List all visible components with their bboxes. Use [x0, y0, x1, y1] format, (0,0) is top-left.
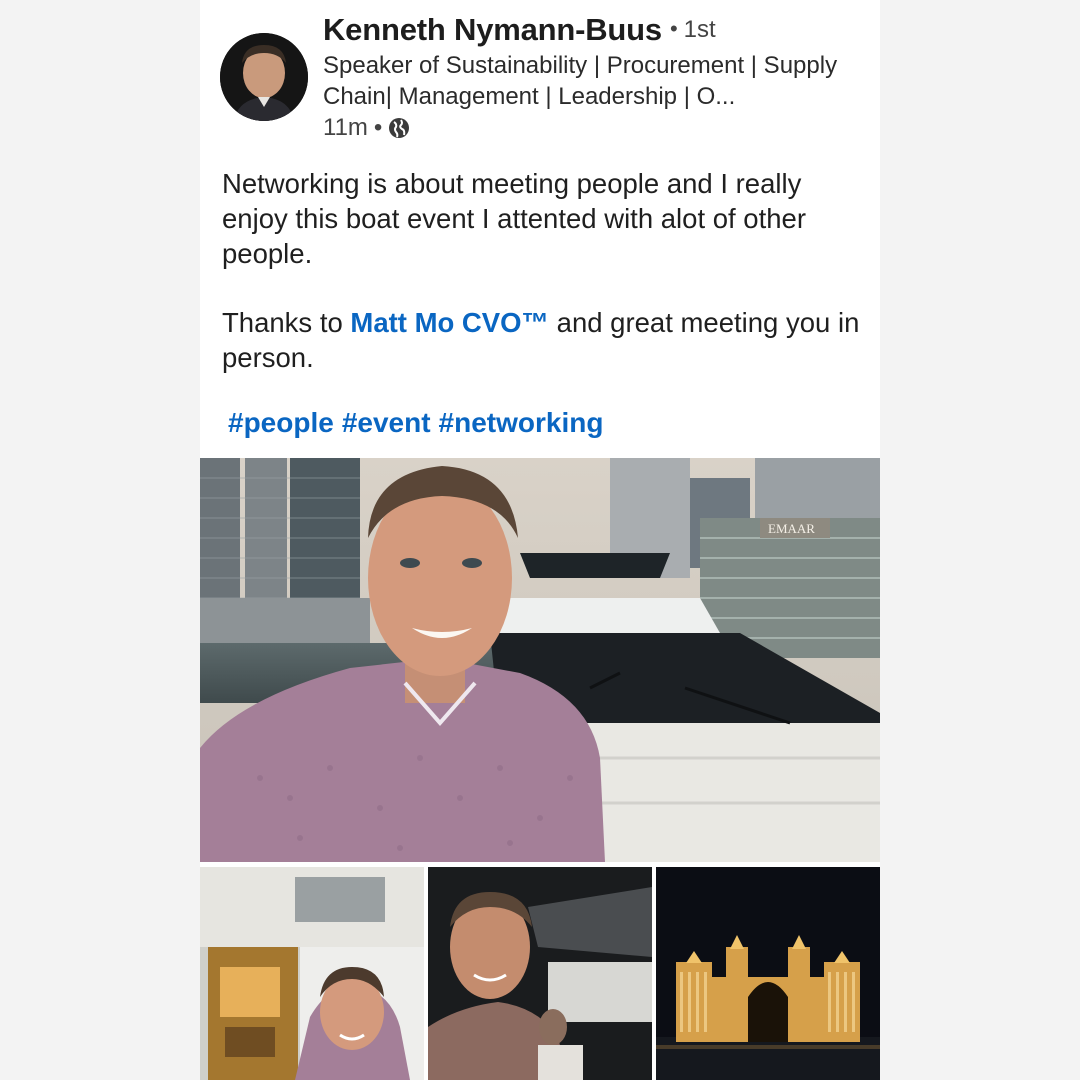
- post-header: Kenneth Nymann-Buus • 1st Speaker of Susta…: [200, 0, 880, 150]
- post-body: Networking is about meeting people and I…: [222, 166, 862, 375]
- separator-dot: •: [373, 114, 383, 141]
- hashtag-networking[interactable]: #networking: [439, 407, 604, 438]
- author-line: Kenneth Nymann-Buus • 1st: [323, 12, 716, 48]
- hashtag-people[interactable]: #people: [228, 407, 334, 438]
- post-time: 11m: [323, 114, 368, 141]
- avatar[interactable]: [220, 33, 308, 121]
- mention-link[interactable]: Matt Mo CVO™: [350, 307, 549, 338]
- author-headline: Speaker of Sustainability | Procurement …: [323, 52, 838, 110]
- post-thanks: Thanks to Matt Mo CVO™ and great meeting…: [222, 305, 862, 375]
- connection-degree: 1st: [683, 16, 716, 43]
- separator-dot: •: [669, 16, 678, 41]
- post-card: Kenneth Nymann-Buus • 1st Speaker of Susta…: [200, 0, 880, 1080]
- post-paragraph: Networking is about meeting people and I…: [222, 168, 806, 269]
- post-image-thumb-2[interactable]: [428, 867, 652, 1080]
- post-image-thumb-3[interactable]: [656, 867, 880, 1080]
- post-image-main[interactable]: EMAAR: [200, 458, 880, 862]
- post-image-thumbnails: [200, 867, 880, 1080]
- hashtags: #people #event #networking: [228, 407, 611, 439]
- hashtag-event[interactable]: #event: [342, 407, 431, 438]
- building-sign: EMAAR: [768, 521, 815, 536]
- post-meta: 11m •: [323, 114, 410, 142]
- post-image-thumb-1[interactable]: [200, 867, 424, 1080]
- globe-icon: [388, 117, 410, 139]
- author-name[interactable]: Kenneth Nymann-Buus: [323, 12, 662, 47]
- thanks-prefix: Thanks to: [222, 307, 343, 338]
